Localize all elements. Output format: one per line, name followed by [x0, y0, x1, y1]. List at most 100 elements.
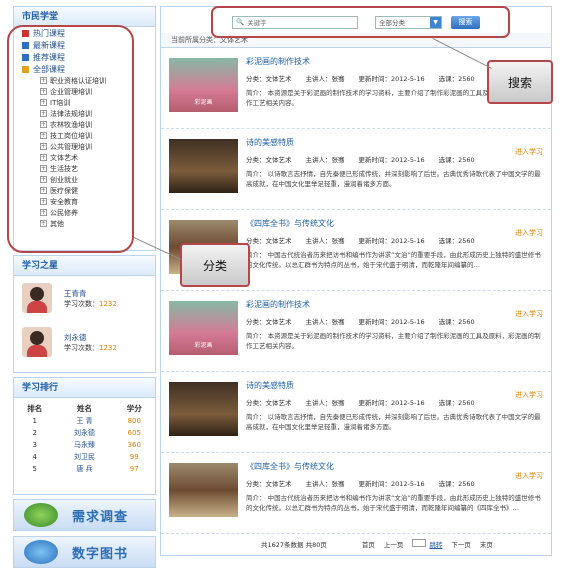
search-callout: 搜索 [487, 60, 553, 104]
search-button[interactable]: 搜索 [451, 15, 480, 29]
course-category: 分类：文体艺术 [246, 480, 292, 488]
avatar[interactable] [22, 327, 52, 357]
top-category-1[interactable]: 最新课程 [14, 39, 155, 51]
avatar[interactable] [22, 283, 52, 313]
course-category: 分类：文体艺术 [246, 156, 292, 164]
course-meta: 分类：文体艺术 主讲人：张骞 更新时间：2012-5-16 选课：2560 [246, 478, 543, 488]
sub-category-label: 公共管理培训 [50, 142, 92, 151]
top-category-3[interactable]: 全部课程 [14, 63, 155, 75]
ranking-cell: 3 [32, 441, 37, 449]
ranking-name[interactable]: 马永臻 [55, 439, 113, 451]
course-title[interactable]: 彩泥画的制作技术 [246, 299, 543, 310]
plus-icon[interactable]: + [40, 198, 47, 205]
course-updated: 更新时间：2012-5-16 [358, 480, 425, 488]
ranking-column-header: 姓名 [76, 404, 92, 413]
course-views: 选课：2560 [438, 480, 475, 488]
course-title[interactable]: 《四库全书》与传统文化 [246, 218, 543, 229]
plus-icon[interactable]: + [40, 121, 47, 128]
sub-category-3[interactable]: + 法律法规培训 [14, 108, 155, 119]
top-category-2[interactable]: 推荐课程 [14, 51, 155, 63]
sub-category-7[interactable]: + 文体艺术 [14, 152, 155, 163]
plus-icon[interactable]: + [40, 165, 47, 172]
ranking-name[interactable]: 刘卫民 [55, 451, 113, 463]
ranking-cell: 1 [32, 417, 37, 425]
enter-study-link[interactable]: 进入学习 [515, 228, 543, 238]
table-row: 2 刘永德 605 [14, 427, 155, 439]
sub-category-2[interactable]: + IT培训 [14, 97, 155, 108]
search-input[interactable]: 🔍 关键字 [232, 15, 358, 29]
enter-study-link[interactable]: 进入学习 [515, 471, 543, 481]
ranking-cell: 5 [32, 465, 37, 473]
category-icon [22, 65, 29, 73]
sub-category-6[interactable]: + 公共管理培训 [14, 141, 155, 152]
ranking-cell: 4 [32, 453, 37, 461]
star-item: 王青青 学习次数：1232 [14, 276, 155, 320]
course-thumbnail[interactable]: 彩泥画 [169, 301, 238, 355]
star-name[interactable]: 刘永德 [64, 332, 117, 343]
plus-icon[interactable]: + [40, 143, 47, 150]
star-list: 王青青 学习次数：1232 刘永德 学习次数：1232 [14, 276, 155, 364]
page-number-input[interactable] [412, 539, 427, 547]
pager-next[interactable]: 下一页 [451, 539, 471, 549]
ranking-name[interactable]: 王 青 [55, 415, 113, 427]
course-meta: 分类：文体艺术 主讲人：张骞 更新时间：2012-5-16 选课：2560 [246, 235, 543, 245]
course-item: 《四库全书》与传统文化 分类：文体艺术 主讲人：张骞 更新时间：2012-5-16 选课… [161, 453, 551, 534]
plus-icon[interactable]: + [40, 132, 47, 139]
thumbnail-caption: 彩泥画 [194, 99, 213, 106]
star-item: 刘永德 学习次数：1232 [14, 320, 155, 364]
pager-first[interactable]: 首页 [362, 539, 375, 549]
course-list: 彩泥画 彩泥画的制作技术 分类：文体艺术 主讲人：张骞 更新时间：2012-5-16 选课… [161, 48, 551, 534]
plus-icon[interactable]: + [40, 154, 47, 161]
course-title[interactable]: 诗的美感特质 [246, 137, 543, 148]
ranking-name[interactable]: 刘永德 [55, 427, 113, 439]
top-category-0[interactable]: 热门课程 [14, 27, 155, 39]
plus-icon[interactable]: + [40, 110, 47, 117]
course-thumbnail[interactable] [169, 139, 238, 193]
sub-category-4[interactable]: + 农林牧渔培训 [14, 119, 155, 130]
course-thumbnail[interactable]: 彩泥画 [169, 58, 238, 112]
enter-study-link[interactable]: 进入学习 [515, 390, 543, 400]
course-title[interactable]: 诗的美感特质 [246, 380, 543, 391]
course-views: 选课：2560 [438, 156, 475, 164]
sub-category-1[interactable]: + 企业管理培训 [14, 86, 155, 97]
sub-category-0[interactable]: + 职业资格认证培训 [14, 75, 155, 86]
survey-banner-label: 需求调查 [72, 509, 129, 525]
sub-category-13[interactable]: + 其他 [14, 218, 155, 229]
star-name[interactable]: 王青青 [64, 288, 117, 299]
plus-icon[interactable]: + [40, 176, 47, 183]
plus-icon[interactable]: + [40, 88, 47, 95]
plus-icon[interactable]: + [40, 187, 47, 194]
star-count: 学习次数：1232 [64, 343, 117, 353]
pager-go[interactable]: 跳转 [429, 539, 442, 549]
sub-category-9[interactable]: + 创业就业 [14, 174, 155, 185]
pager-prev[interactable]: 上一页 [384, 539, 404, 549]
course-description: 简介： 中国古代统治者历来把访书和编书作为讲求“文治”的重要手段，由此形成历史上… [246, 251, 541, 269]
ranking-name[interactable]: 唐 兵 [55, 463, 113, 475]
survey-banner[interactable]: 需求调查 [13, 499, 156, 531]
course-thumbnail[interactable] [169, 463, 238, 517]
plus-icon[interactable]: + [40, 77, 47, 84]
sub-category-11[interactable]: + 安全教育 [14, 196, 155, 207]
category-select[interactable]: 全部分类 ▼ [375, 15, 442, 29]
course-thumbnail[interactable] [169, 382, 238, 436]
plus-icon[interactable]: + [40, 99, 47, 106]
ranking-cell: 99 [129, 453, 139, 461]
course-description: 简介： 本资源是关于彩泥画的制作技术的学习资料，主要介绍了制作彩泥画的工具及原料… [246, 332, 541, 350]
enter-study-link[interactable]: 进入学习 [515, 309, 543, 319]
pager-last[interactable]: 末页 [480, 539, 493, 549]
plus-icon[interactable]: + [40, 220, 47, 227]
sub-category-list: + 职业资格认证培训 + 企业管理培训 + IT培训 + 法律法规培训 + 农林牧渔培训 + 技工岗位… [14, 75, 155, 229]
enter-study-link[interactable]: 进入学习 [515, 147, 543, 157]
plus-icon[interactable]: + [40, 209, 47, 216]
digital-library-banner[interactable]: 数字图书 [13, 536, 156, 568]
ranking-cell: 2 [32, 429, 37, 437]
sub-category-10[interactable]: + 医疗保健 [14, 185, 155, 196]
star-count: 学习次数：1232 [64, 299, 117, 309]
sub-category-12[interactable]: + 公民修养 [14, 207, 155, 218]
sub-category-5[interactable]: + 技工岗位培训 [14, 130, 155, 141]
ranking-table: 排名 姓名 学分 1 王 青 800 2 刘永德 605 3 马永臻 360 4 刘卫民 99 5 唐 兵 97 [14, 402, 155, 475]
course-category: 分类：文体艺术 [246, 318, 292, 326]
course-item: 诗的美感特质 分类：文体艺术 主讲人：张骞 更新时间：2012-5-16 选课：2560… [161, 372, 551, 453]
sub-category-8[interactable]: + 生活技艺 [14, 163, 155, 174]
course-title[interactable]: 《四库全书》与传统文化 [246, 461, 543, 472]
